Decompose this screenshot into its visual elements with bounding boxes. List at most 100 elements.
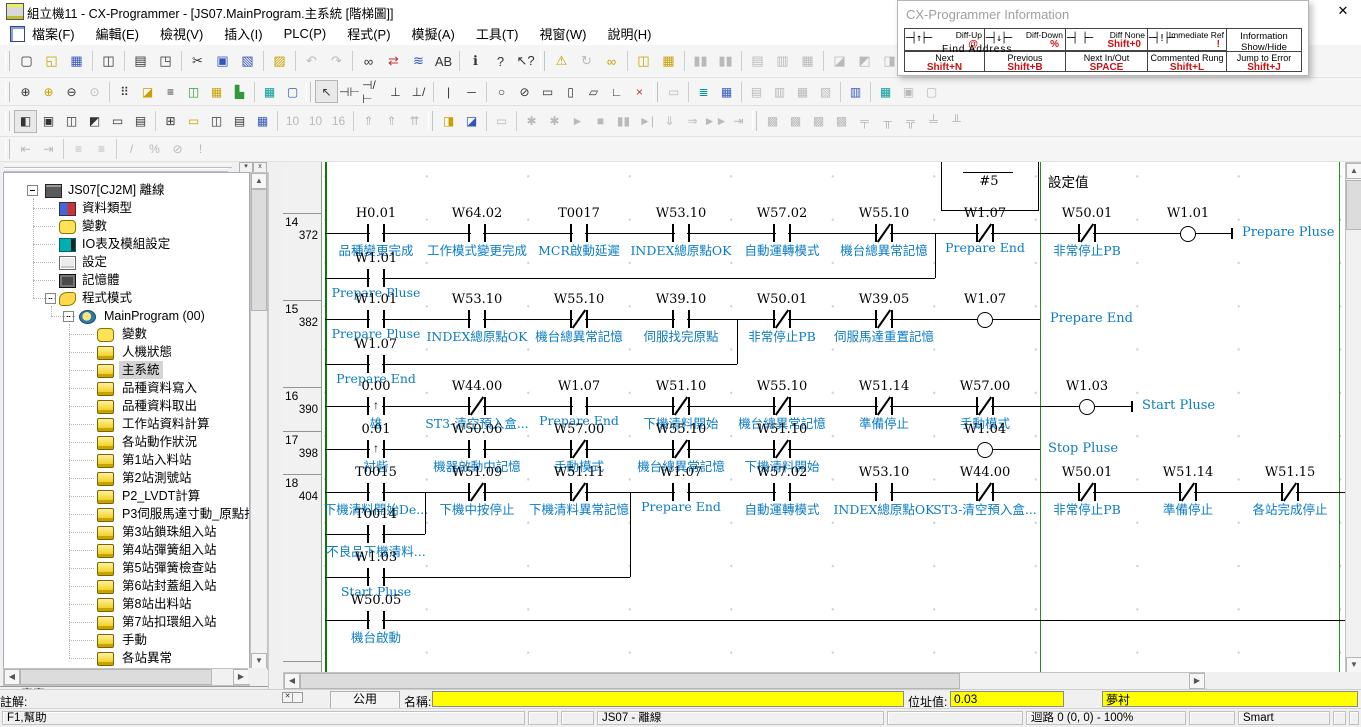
symbol-bar-icon[interactable]: ▦ [205, 80, 228, 103]
step-in-icon[interactable]: ⇓ [658, 110, 681, 133]
ladder-vertical-scrollbar[interactable]: ▲▼ [1345, 162, 1361, 674]
toolbar-grip[interactable] [5, 111, 10, 131]
set-value-2-icon[interactable]: ⇑ [380, 110, 403, 133]
program-check-icon[interactable]: ▤ [745, 48, 770, 74]
indent-left-icon[interactable]: ⇤ [14, 138, 37, 161]
scroll-thumb[interactable] [1346, 180, 1361, 230]
vertical-tool-icon[interactable]: | [437, 80, 460, 103]
step-out-icon[interactable]: ⇒ [681, 110, 704, 133]
toolbar-grip[interactable] [5, 51, 10, 71]
tree-item-label[interactable]: 第7站扣環組入站 [119, 613, 219, 631]
tree-item-8[interactable]: 變數 [4, 325, 249, 343]
output-window-icon[interactable]: ▣ [37, 110, 60, 133]
tree-item-26[interactable]: 各站異常 [4, 649, 249, 667]
force-refresh-icon[interactable]: ⇈ [403, 110, 426, 133]
tree-item-label[interactable]: 第4站彈簧組入站 [119, 541, 219, 559]
name-input[interactable] [432, 691, 904, 707]
new-icon[interactable]: ▢ [14, 48, 39, 74]
decimal-10-icon[interactable]: 10 [281, 110, 304, 133]
instruction-tool-icon[interactable]: ▭ [536, 80, 559, 103]
statement-list-icon[interactable]: ≡ [159, 80, 182, 103]
tree-item-label[interactable]: 第3站鎖珠組入站 [119, 523, 219, 541]
print-preview-icon[interactable]: ◳ [153, 48, 178, 74]
pause-icon[interactable]: ▮▮ [713, 48, 738, 74]
align-list-2-icon[interactable]: ≡ [90, 138, 113, 161]
diff-monitor-3-icon[interactable]: ╦ [899, 110, 922, 133]
scroll-left-icon[interactable]: ◀ [284, 673, 300, 689]
tree-item-label[interactable]: 第6站封蓋組入站 [119, 577, 219, 595]
coil-W1.07[interactable] [977, 312, 993, 328]
tree-item-25[interactable]: 手動 [4, 631, 249, 649]
run-icon[interactable]: ► [566, 110, 589, 133]
toolbar-grip[interactable] [5, 82, 10, 102]
menu-a[interactable]: 模擬(A) [412, 24, 455, 43]
tree-vertical-scrollbar[interactable]: ▲▼ [250, 172, 268, 670]
scroll-thumb[interactable] [300, 673, 960, 689]
upload-4-icon[interactable]: ▧ [814, 80, 837, 103]
tree-item-11[interactable]: 品種資料寫入 [4, 379, 249, 397]
align-list-1-icon[interactable]: ≡ [67, 138, 90, 161]
menu-p[interactable]: 程式(P) [347, 24, 390, 43]
expander-minus-icon[interactable] [27, 185, 38, 196]
local-symbols-icon[interactable]: ▭ [182, 110, 205, 133]
tree-item-label[interactable]: 設定 [79, 253, 110, 271]
cut-icon[interactable]: ✂ [185, 48, 210, 74]
address-input[interactable] [950, 691, 1064, 707]
find-icon[interactable]: ∞ [356, 48, 381, 74]
compile-all-icon[interactable]: ↻ [574, 48, 599, 74]
tree-item-label[interactable]: 第1站入料站 [119, 451, 194, 469]
pause-sim-icon[interactable]: ▮▮ [612, 110, 635, 133]
binary-monitor-icon[interactable]: ▦ [251, 110, 274, 133]
dialog-window-icon[interactable]: ▭ [106, 110, 129, 133]
tree-item-22[interactable]: 第6站封蓋組入站 [4, 577, 249, 595]
properties-icon[interactable]: ▤ [129, 110, 152, 133]
rung-wrap-icon[interactable]: ▤ [228, 110, 251, 133]
scroll-down-icon[interactable]: ▼ [251, 653, 267, 669]
tree-item-7[interactable]: MainProgram (00) [4, 307, 249, 325]
work-online-sim-icon[interactable]: ▦ [656, 48, 681, 74]
tree-item-19[interactable]: 第3站鎖珠組入站 [4, 523, 249, 541]
upload-2-icon[interactable]: ▥ [768, 80, 791, 103]
io-comment-view-icon[interactable]: ◫ [182, 80, 205, 103]
tree-item-label[interactable]: 記憶體 [79, 271, 123, 289]
menu-t[interactable]: 工具(T) [476, 24, 519, 43]
set-value-1-icon[interactable]: ⇑ [357, 110, 380, 133]
ladder-horizontal-scrollbar[interactable]: ◀▶ [283, 672, 1207, 690]
corner-tool-icon[interactable]: ∟ [605, 80, 628, 103]
tree-item-20[interactable]: 第4站彈簧組入站 [4, 541, 249, 559]
signed-10-icon[interactable]: 10 [304, 110, 327, 133]
replace-icon[interactable]: ⇄ [381, 48, 406, 74]
find-address-icon[interactable]: ≋ [406, 48, 431, 74]
diff-monitor-2-icon[interactable]: ╥ [876, 110, 899, 133]
cross-reference-icon[interactable]: ⊞ [159, 110, 182, 133]
rung-cell-17[interactable]: 17398 [283, 432, 321, 475]
coil-W1.03[interactable] [1079, 399, 1095, 415]
hex-16-icon[interactable]: 16 [327, 110, 350, 133]
paste-icon[interactable]: ▧ [235, 48, 260, 74]
open-icon[interactable]: ◱ [39, 48, 64, 74]
indent-right-icon[interactable]: ⇥ [37, 138, 60, 161]
transfer-icon-1-icon[interactable]: ◨ [437, 110, 460, 133]
tree-item-label[interactable]: 工作站資料計算 [119, 415, 213, 433]
paste-rung-icon[interactable]: ▨ [267, 48, 292, 74]
tree-item-label[interactable]: 第5站彈簧檢查站 [119, 559, 219, 577]
scan-run-icon[interactable]: ⇥ [727, 110, 750, 133]
tree-item-23[interactable]: 第8站出料站 [4, 595, 249, 613]
watch-2-icon[interactable]: ▢ [920, 80, 943, 103]
coil-W1.01[interactable] [1180, 226, 1196, 242]
tree-item-label[interactable]: 品種資料取出 [119, 397, 200, 415]
diff-up-edit-icon[interactable]: / [120, 138, 143, 161]
tree-item-24[interactable]: 第7站扣環組入站 [4, 613, 249, 631]
scroll-up-icon[interactable]: ▲ [1346, 163, 1361, 179]
tree-item-label[interactable]: 品種資料寫入 [119, 379, 200, 397]
compile-icon[interactable]: ⚠ [549, 48, 574, 74]
menu-e[interactable]: 編輯(E) [96, 24, 139, 43]
scroll-right-icon[interactable]: ▶ [233, 669, 249, 685]
stop-icon[interactable]: ■ [589, 110, 612, 133]
force-cancel-icon[interactable]: ▩ [807, 110, 830, 133]
contact-no-tool-icon[interactable]: ⊣⊢ [338, 80, 361, 103]
diff-none-edit-icon[interactable]: ⊘ [166, 138, 189, 161]
diff-monitor-1-icon[interactable]: ╤ [853, 110, 876, 133]
rung-cell-16[interactable]: 16390 [283, 388, 321, 432]
tree-item-label[interactable]: JS07[CJ2M] 離線 [65, 181, 168, 199]
